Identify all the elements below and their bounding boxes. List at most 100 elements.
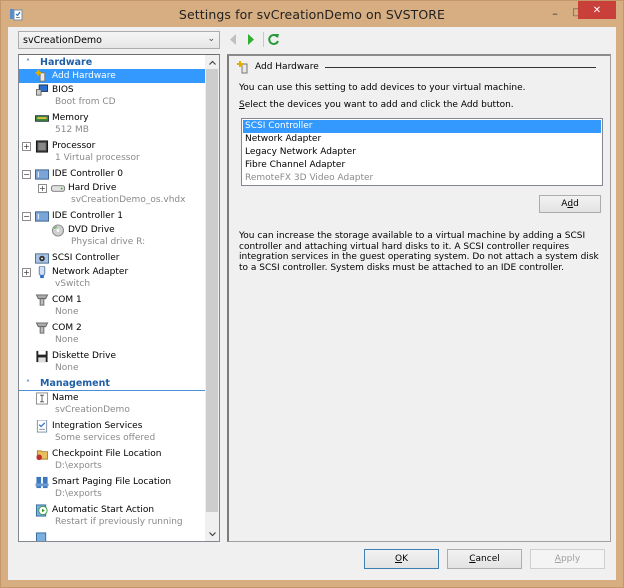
- tree-item-processor[interactable]: + Processor: [19, 139, 205, 153]
- cancel-text: ancel: [475, 554, 500, 564]
- tree-item-detail: svCreationDemo: [19, 405, 205, 419]
- device-option-remotefx-3d-video-adapter: RemoteFX 3D Video Adapter: [245, 173, 374, 183]
- tree-item-label: Automatic Start Action: [52, 505, 155, 515]
- ide-controller-icon: [35, 210, 49, 222]
- tree-item-detail: None: [19, 363, 205, 377]
- add-hardware-icon: [237, 60, 248, 73]
- section-header-label: Management: [40, 378, 110, 389]
- section-header-hardware[interactable]: ˄ Hardware: [19, 55, 205, 69]
- window-title: Settings for svCreationDemo on SVSTORE: [178, 7, 446, 22]
- tree-item-label: Integration Services: [52, 421, 143, 431]
- chevron-up-icon: [208, 60, 216, 65]
- close-window-button[interactable]: ✕: [578, 1, 616, 19]
- tree-item-label: Name: [52, 393, 79, 403]
- tree-item-name[interactable]: Name: [19, 391, 205, 405]
- device-option-scsi-controller[interactable]: SCSI Controller: [243, 120, 601, 133]
- collapse-icon[interactable]: −: [22, 211, 31, 221]
- expand-icon[interactable]: +: [22, 267, 31, 277]
- group-title-label: Add Hardware: [255, 62, 319, 72]
- tree-item-com-1[interactable]: COM 1: [19, 293, 205, 307]
- com-port-icon: [35, 293, 49, 306]
- tree-item-detail: Restart if previously running: [19, 517, 205, 531]
- tree-item-label: Hard Drive: [68, 183, 117, 193]
- tree-item-network-adapter[interactable]: + Network Adapter: [19, 265, 205, 279]
- tree-item-checkpoint-file-location[interactable]: Checkpoint File Location: [19, 447, 205, 461]
- select-prompt: Select the devices you want to add and c…: [239, 100, 514, 111]
- network-adapter-icon: [38, 265, 46, 278]
- tree-item-label: Smart Paging File Location: [52, 477, 172, 487]
- collapse-section-icon[interactable]: ˄: [22, 379, 34, 388]
- tree-item-label: Network Adapter: [52, 267, 129, 277]
- tree-item-add-hardware[interactable]: Add Hardware: [19, 69, 205, 83]
- section-header-management[interactable]: ˄ Management: [19, 377, 205, 391]
- ok-button[interactable]: OK: [364, 549, 439, 569]
- tree-item-automatic-start-action[interactable]: Automatic Start Action: [19, 503, 205, 517]
- tree-item-detail-text: 1 Virtual processor: [55, 153, 140, 163]
- vm-selector-value: svCreationDemo: [23, 34, 102, 46]
- tree-item-detail-text: 512 MB: [55, 125, 89, 135]
- name-icon: [35, 391, 49, 405]
- tree-item-diskette-drive[interactable]: Diskette Drive: [19, 349, 205, 363]
- tree-item-com-2[interactable]: COM 2: [19, 321, 205, 335]
- tree-item-detail-text: Boot from CD: [55, 97, 116, 107]
- tree-item-detail-text: None: [55, 307, 79, 317]
- tree-item-detail-text: None: [55, 335, 79, 345]
- memory-icon: [35, 114, 49, 122]
- minimize-window-button[interactable]: –: [544, 6, 566, 20]
- tree-item-label: IDE Controller 1: [52, 211, 123, 221]
- device-option-legacy-network-adapter[interactable]: Legacy Network Adapter: [243, 146, 601, 159]
- tree-scrollbar[interactable]: [205, 55, 219, 541]
- apply-button[interactable]: Apply: [530, 549, 605, 569]
- diskette-icon: [36, 350, 48, 362]
- smart-paging-icon: [35, 476, 49, 488]
- vm-selector-dropdown[interactable]: svCreationDemo ⌄: [18, 31, 220, 49]
- device-listbox[interactable]: SCSI Controller Network Adapter Legacy Net…: [241, 118, 603, 186]
- title-bar[interactable]: Settings for svCreationDemo on SVSTORE: [1, 1, 623, 28]
- apply-text: pply: [560, 554, 581, 564]
- forward-arrow-icon: [248, 33, 254, 45]
- expand-icon[interactable]: +: [22, 141, 31, 151]
- add-button[interactable]: Add: [539, 195, 601, 213]
- collapse-section-icon[interactable]: ˄: [22, 58, 34, 67]
- checkpoint-folder-icon: [36, 449, 49, 460]
- ok-mnemonic: O: [395, 554, 403, 564]
- tree-item-bios[interactable]: BIOS: [19, 83, 205, 97]
- scroll-up-button[interactable]: [205, 55, 219, 69]
- tree-item-detail: D:\exports: [19, 461, 205, 475]
- expand-icon[interactable]: +: [38, 183, 47, 193]
- tree-item-label: Checkpoint File Location: [52, 449, 162, 459]
- section-header-label: Hardware: [40, 56, 93, 68]
- add-hardware-icon: [35, 69, 46, 82]
- tree-item-detail-text: Some services offered: [55, 433, 156, 443]
- device-option-network-adapter[interactable]: Network Adapter: [243, 133, 601, 146]
- com-port-icon: [35, 321, 49, 334]
- tree-item-scsi-controller[interactable]: SCSI Controller: [19, 251, 205, 265]
- scsi-controller-icon: [35, 252, 49, 264]
- device-option-fibre-channel-adapter[interactable]: Fibre Channel Adapter: [243, 159, 601, 172]
- scroll-thumb[interactable]: [206, 69, 218, 512]
- back-button[interactable]: [226, 32, 240, 46]
- window-minimize-button[interactable]: [225, 3, 247, 22]
- add-hardware-panel: Add Hardware You can use this setting to…: [227, 54, 611, 542]
- tree-item-label: SCSI Controller: [52, 253, 120, 263]
- tree-item-memory[interactable]: Memory: [19, 111, 205, 125]
- tree-item-detail: None: [19, 307, 205, 321]
- forward-button[interactable]: [244, 32, 258, 46]
- tree-item-hard-drive[interactable]: + Hard Drive: [19, 181, 205, 195]
- tree-item-partial[interactable]: [19, 531, 205, 541]
- scroll-down-button[interactable]: [205, 527, 219, 541]
- tree-item-smart-paging-file-location[interactable]: Smart Paging File Location: [19, 475, 205, 489]
- hard-drive-icon: [51, 184, 65, 192]
- collapse-icon[interactable]: −: [22, 169, 31, 179]
- tree-item-ide-controller-1[interactable]: − IDE Controller 1: [19, 209, 205, 223]
- dvd-drive-icon: [51, 223, 65, 237]
- tree-item-detail-text: D:\exports: [55, 489, 102, 499]
- tree-item-dvd-drive[interactable]: DVD Drive: [19, 223, 205, 237]
- cancel-button[interactable]: Cancel: [447, 549, 522, 569]
- tree-item-integration-services[interactable]: Integration Services: [19, 419, 205, 433]
- integration-services-icon: [36, 419, 48, 433]
- scsi-info-text: You can increase the storage available t…: [239, 231, 599, 273]
- tree-item-ide-controller-0[interactable]: − IDE Controller 0: [19, 167, 205, 181]
- refresh-button[interactable]: [266, 32, 280, 46]
- chevron-down-icon: ⌄: [207, 34, 215, 44]
